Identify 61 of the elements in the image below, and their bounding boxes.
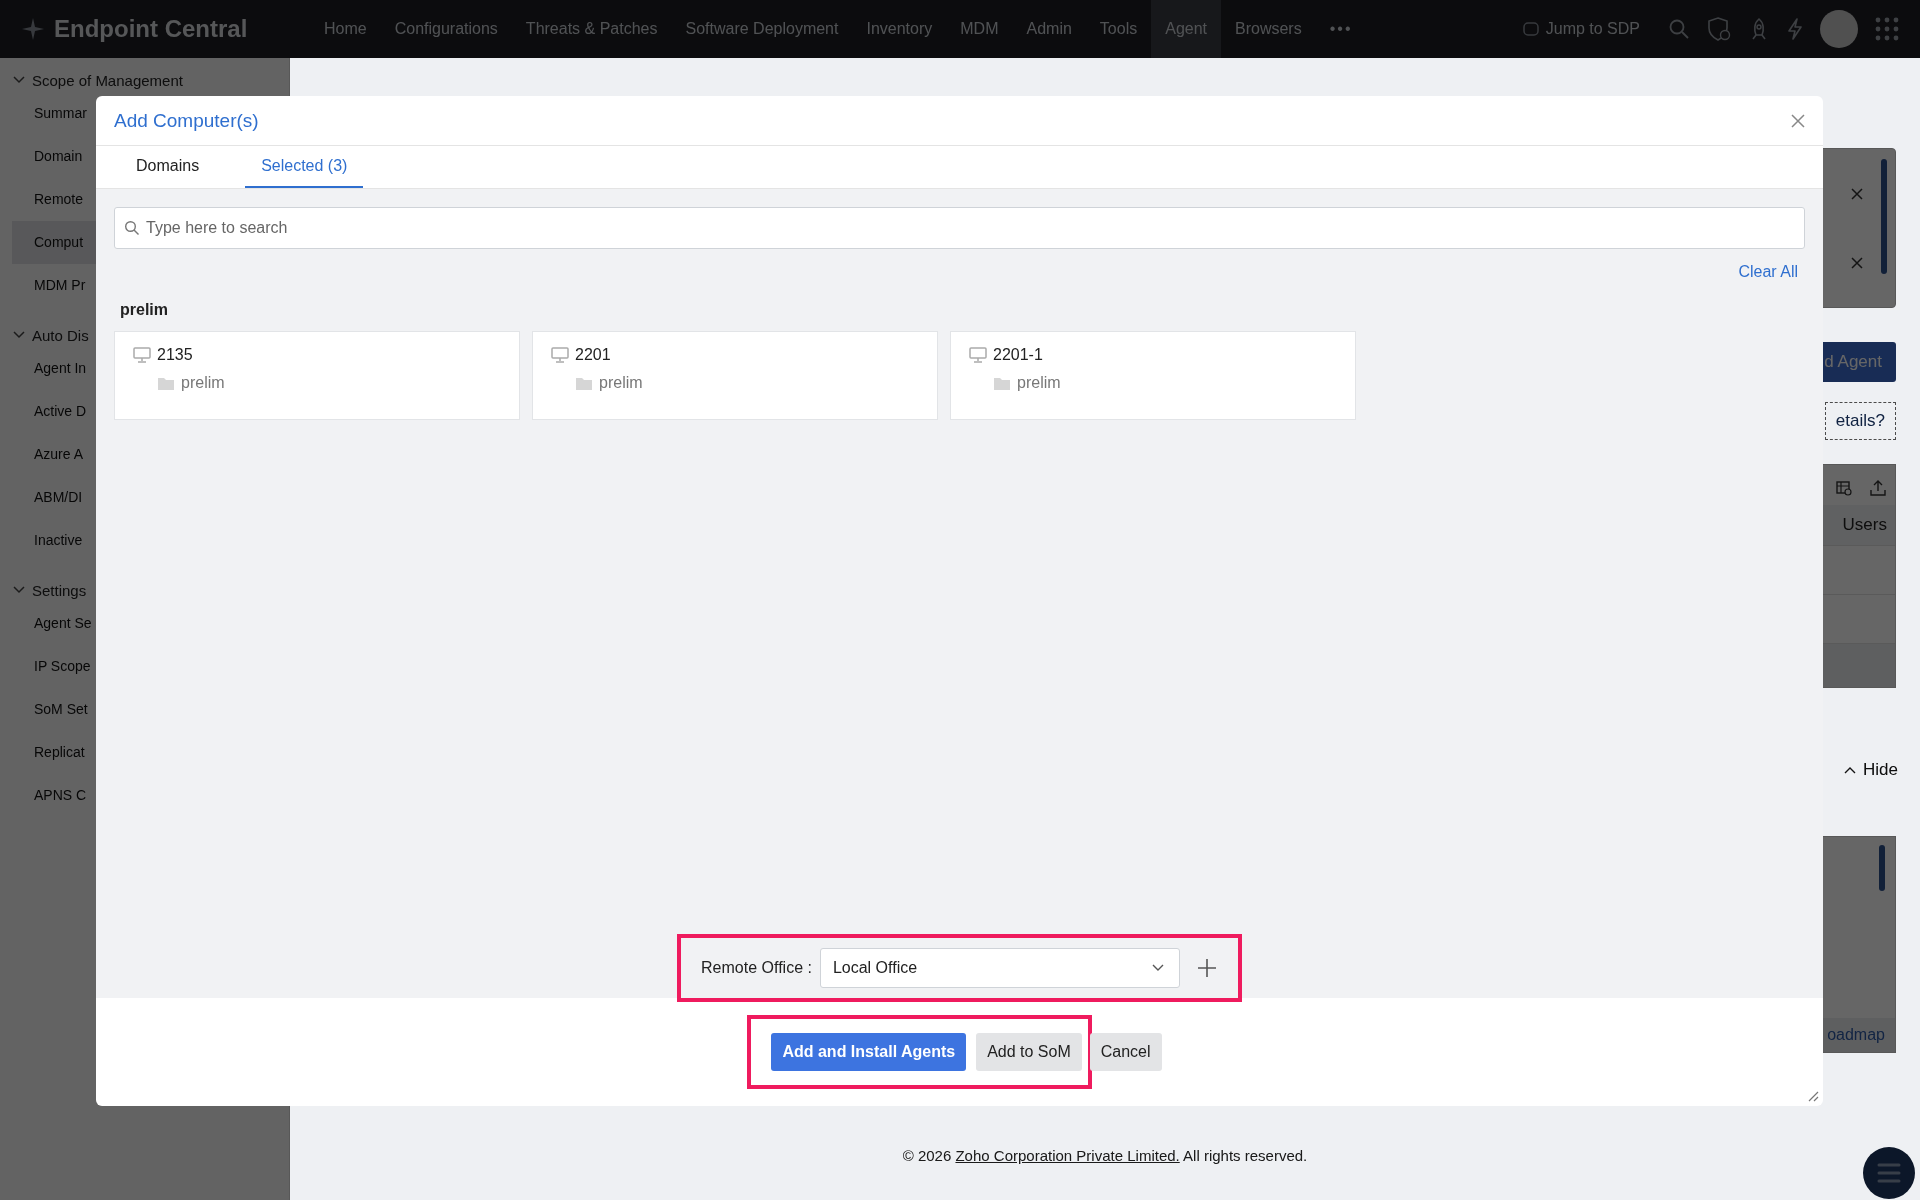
domain-name: prelim xyxy=(1017,374,1061,392)
folder-icon xyxy=(575,375,593,391)
scrollbar[interactable] xyxy=(1879,845,1885,891)
nav-tab[interactable]: MDM xyxy=(946,0,1013,58)
group-label: prelim xyxy=(119,300,169,320)
computer-name: 2135 xyxy=(157,346,193,364)
nav-tab[interactable]: Inventory xyxy=(852,0,947,58)
computer-card[interactable]: 2201-1 prelim xyxy=(950,331,1356,420)
secondary-button[interactable]: Cancel xyxy=(1089,1033,1162,1071)
computer-name: 2201 xyxy=(575,346,611,364)
computer-icon xyxy=(133,347,151,363)
section-header[interactable]: Scope of Management xyxy=(32,71,183,89)
computer-card[interactable]: 2201 prelim xyxy=(532,331,938,420)
nav-tab[interactable]: Tools xyxy=(1085,0,1152,58)
shield-icon[interactable] xyxy=(1706,16,1732,42)
close-icon[interactable] xyxy=(1789,111,1807,130)
search-field[interactable]: Type here to search xyxy=(114,207,1805,249)
close-icon[interactable] xyxy=(1849,185,1865,202)
menu-icon[interactable] xyxy=(1862,1146,1916,1200)
dialog-tab[interactable]: Domains xyxy=(120,146,216,188)
jump-link[interactable]: Jump to SDP xyxy=(1521,20,1640,38)
computer-name: 2201-1 xyxy=(993,346,1043,364)
company-link[interactable]: Zoho Corporation Private Limited. xyxy=(955,1147,1180,1164)
dialog-title: Add Computer(s) xyxy=(114,109,259,132)
section-header[interactable]: Settings xyxy=(32,581,87,599)
chat-icon xyxy=(1521,20,1540,38)
secondary-button[interactable]: Add to SoM xyxy=(976,1033,1082,1071)
plus-icon[interactable] xyxy=(1195,957,1218,979)
chevron-icon xyxy=(1150,963,1165,973)
hide-toggle[interactable]: Hide xyxy=(1843,760,1898,780)
folder-icon xyxy=(993,375,1011,391)
nav-tab[interactable]: Browsers xyxy=(1221,0,1316,58)
domain-name: prelim xyxy=(599,374,643,392)
nav-tab[interactable]: Admin xyxy=(1012,0,1086,58)
primary-button[interactable]: Add and Install Agents xyxy=(771,1033,967,1071)
nav-tab[interactable]: Threats & Patches xyxy=(511,0,672,58)
caret-icon xyxy=(1843,765,1858,775)
search-icon[interactable] xyxy=(1668,18,1690,40)
computer-card[interactable]: 2135 prelim xyxy=(114,331,520,420)
more-menu[interactable]: ••• xyxy=(1315,0,1367,58)
computer-icon xyxy=(551,347,569,363)
copyright-text: © 2026 Zoho Corporation Private Limited. All rights reserved. xyxy=(901,1147,1309,1164)
close-icon[interactable] xyxy=(1849,254,1865,271)
scrollbar[interactable] xyxy=(1881,159,1887,274)
table-settings-icon[interactable] xyxy=(1835,479,1853,497)
app-name: Endpoint Central xyxy=(54,15,248,43)
remote-office-dropdown[interactable]: Local Office xyxy=(819,948,1180,988)
details-link[interactable]: etails? xyxy=(1824,402,1896,440)
nav-tab[interactable]: Software Deployment xyxy=(671,0,853,58)
folder-icon xyxy=(157,375,175,391)
domain-name: prelim xyxy=(181,374,225,392)
apps-grid-icon[interactable] xyxy=(1874,16,1900,42)
lightning-icon[interactable] xyxy=(1786,17,1804,41)
section-header[interactable]: Auto Dis xyxy=(32,326,89,344)
clear-all-link[interactable]: Clear All xyxy=(1738,263,1798,281)
export-icon[interactable] xyxy=(1869,479,1887,497)
field-label: Remote Office : xyxy=(701,959,812,977)
nav-tab[interactable]: Home xyxy=(310,0,381,58)
computer-icon xyxy=(969,347,987,363)
user-avatar[interactable] xyxy=(1820,10,1858,48)
nav-tab[interactable]: Configurations xyxy=(380,0,512,58)
